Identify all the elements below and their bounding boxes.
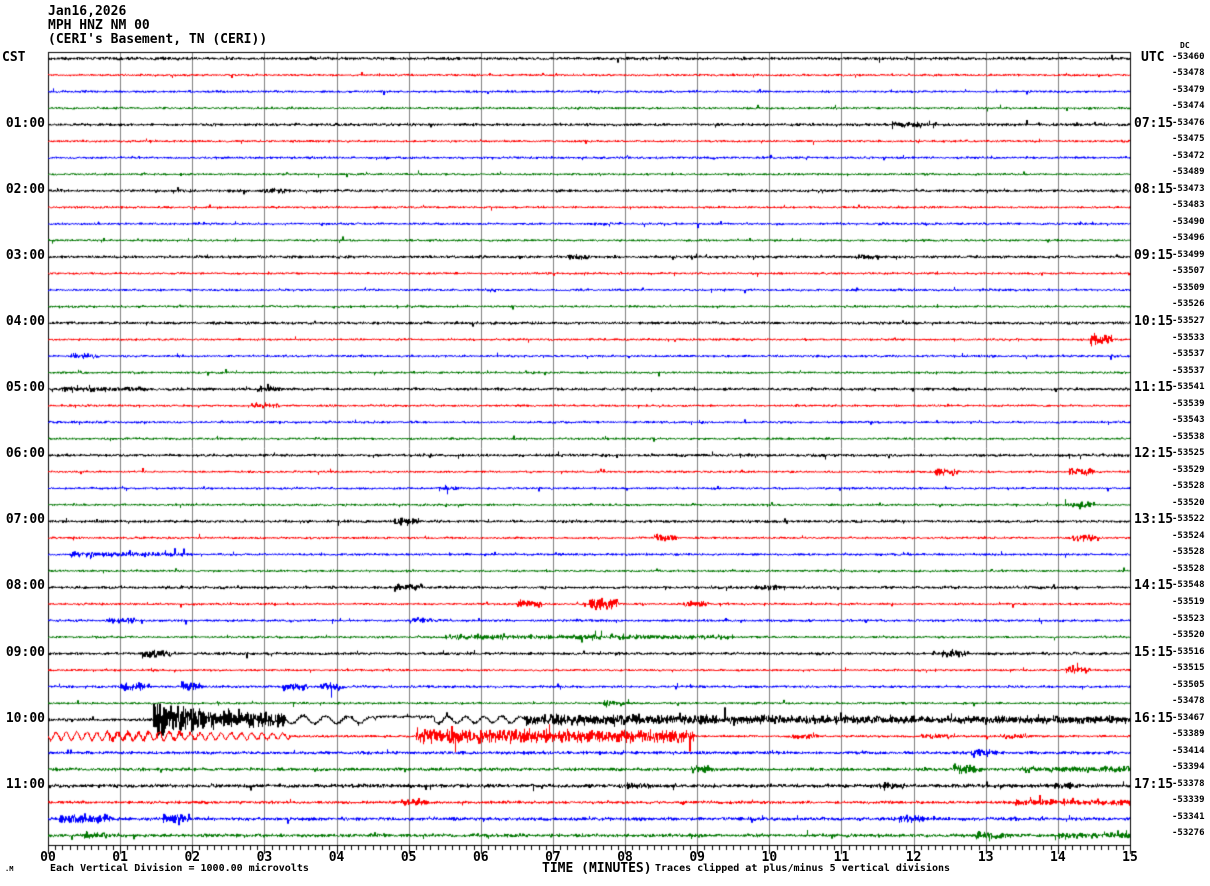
dc-value-label: -53476 xyxy=(1172,117,1205,128)
dc-value-label: -53467 xyxy=(1172,712,1205,723)
dc-value-label: -53341 xyxy=(1172,811,1205,822)
left-time-label: 04:00 xyxy=(5,313,45,329)
dc-value-label: -53527 xyxy=(1172,315,1205,326)
dc-value-label: -53460 xyxy=(1172,51,1205,62)
dc-value-label: -53394 xyxy=(1172,762,1205,773)
dc-value-label: -53538 xyxy=(1172,431,1205,442)
dc-value-label: -53490 xyxy=(1172,216,1205,227)
dc-value-label: -53499 xyxy=(1172,249,1205,260)
dc-value-label: -53541 xyxy=(1172,382,1205,393)
x-axis-label: TIME (MINUTES) xyxy=(542,861,652,876)
right-time-label: 15:15 xyxy=(1134,644,1174,660)
helicorder-canvas xyxy=(0,0,1210,886)
dc-value-label: -53520 xyxy=(1172,630,1205,641)
x-tick-label: 14 xyxy=(1050,850,1066,865)
clip-note: Traces clipped at plus/minus 5 vertical … xyxy=(655,863,951,874)
dc-value-label: -53537 xyxy=(1172,365,1205,376)
dc-value-label: -53414 xyxy=(1172,745,1205,756)
dc-value-label: -53528 xyxy=(1172,481,1205,492)
right-time-label: 14:15 xyxy=(1134,578,1174,594)
dc-value-label: -53505 xyxy=(1172,679,1205,690)
title-location: (CERI's Basement, TN (CERI)) xyxy=(48,32,268,47)
dc-value-label: -53519 xyxy=(1172,596,1205,607)
left-time-label: 11:00 xyxy=(5,776,45,792)
left-time-label: 05:00 xyxy=(5,380,45,396)
dc-value-label: -53537 xyxy=(1172,349,1205,360)
left-time-label: 07:00 xyxy=(5,512,45,528)
dc-value-label: -53472 xyxy=(1172,150,1205,161)
dc-value-label: -53525 xyxy=(1172,448,1205,459)
dc-value-label: -53473 xyxy=(1172,183,1205,194)
helicorder-app: Jan16,2026 MPH HNZ NM 00 (CERI's Basemen… xyxy=(0,0,1210,886)
dc-value-label: -53543 xyxy=(1172,415,1205,426)
dc-value-label: -53526 xyxy=(1172,299,1205,310)
right-time-label: 12:15 xyxy=(1134,446,1174,462)
right-time-label: 08:15 xyxy=(1134,181,1174,197)
left-time-label: 06:00 xyxy=(5,446,45,462)
dc-value-label: -53516 xyxy=(1172,646,1205,657)
right-timezone-header: UTC xyxy=(1141,50,1165,65)
dc-value-label: -53478 xyxy=(1172,68,1205,79)
dc-value-label: -53507 xyxy=(1172,266,1205,277)
dc-value-label: -53524 xyxy=(1172,530,1205,541)
watermark-mark: .M xyxy=(5,865,14,873)
dc-column-header: DC xyxy=(1180,41,1190,50)
dc-value-label: -53528 xyxy=(1172,547,1205,558)
dc-value-label: -53496 xyxy=(1172,233,1205,244)
dc-value-label: -53478 xyxy=(1172,696,1205,707)
dc-value-label: -53509 xyxy=(1172,282,1205,293)
title-station: MPH HNZ NM 00 xyxy=(48,18,150,33)
right-time-label: 13:15 xyxy=(1134,512,1174,528)
dc-value-label: -53515 xyxy=(1172,663,1205,674)
dc-value-label: -53489 xyxy=(1172,167,1205,178)
dc-value-label: -53529 xyxy=(1172,464,1205,475)
dc-value-label: -53389 xyxy=(1172,729,1205,740)
x-tick-label: 05 xyxy=(400,850,417,865)
left-time-label: 01:00 xyxy=(5,115,45,131)
dc-value-label: -53483 xyxy=(1172,200,1205,211)
dc-value-label: -53548 xyxy=(1172,580,1205,591)
right-time-label: 09:15 xyxy=(1134,247,1174,263)
dc-value-label: -53523 xyxy=(1172,613,1205,624)
left-time-label: 10:00 xyxy=(5,710,45,726)
dc-value-label: -53378 xyxy=(1172,778,1205,789)
dc-value-label: -53533 xyxy=(1172,332,1205,343)
right-time-label: 07:15 xyxy=(1134,115,1174,131)
right-time-label: 16:15 xyxy=(1134,710,1174,726)
left-time-label: 03:00 xyxy=(5,247,45,263)
dc-value-label: -53479 xyxy=(1172,84,1205,95)
right-time-label: 17:15 xyxy=(1134,776,1174,792)
dc-value-label: -53475 xyxy=(1172,134,1205,145)
dc-value-label: -53276 xyxy=(1172,828,1205,839)
right-time-label: 10:15 xyxy=(1134,313,1174,329)
dc-value-label: -53520 xyxy=(1172,497,1205,508)
left-time-label: 02:00 xyxy=(5,181,45,197)
x-tick-label: 13 xyxy=(977,850,994,865)
dc-value-label: -53474 xyxy=(1172,101,1205,112)
dc-value-label: -53539 xyxy=(1172,398,1205,409)
left-timezone-header: CST xyxy=(2,50,26,65)
x-tick-label: 04 xyxy=(328,850,345,865)
dc-value-label: -53339 xyxy=(1172,795,1205,806)
dc-value-label: -53522 xyxy=(1172,514,1205,525)
left-time-label: 09:00 xyxy=(5,644,45,660)
x-tick-label: 06 xyxy=(472,850,489,865)
title-date: Jan16,2026 xyxy=(48,4,127,19)
right-time-label: 11:15 xyxy=(1134,380,1174,396)
left-time-label: 08:00 xyxy=(5,578,45,594)
x-tick-label: 15 xyxy=(1122,850,1138,865)
scale-note: Each Vertical Division = 1000.00 microvo… xyxy=(50,863,309,874)
dc-value-label: -53528 xyxy=(1172,563,1205,574)
